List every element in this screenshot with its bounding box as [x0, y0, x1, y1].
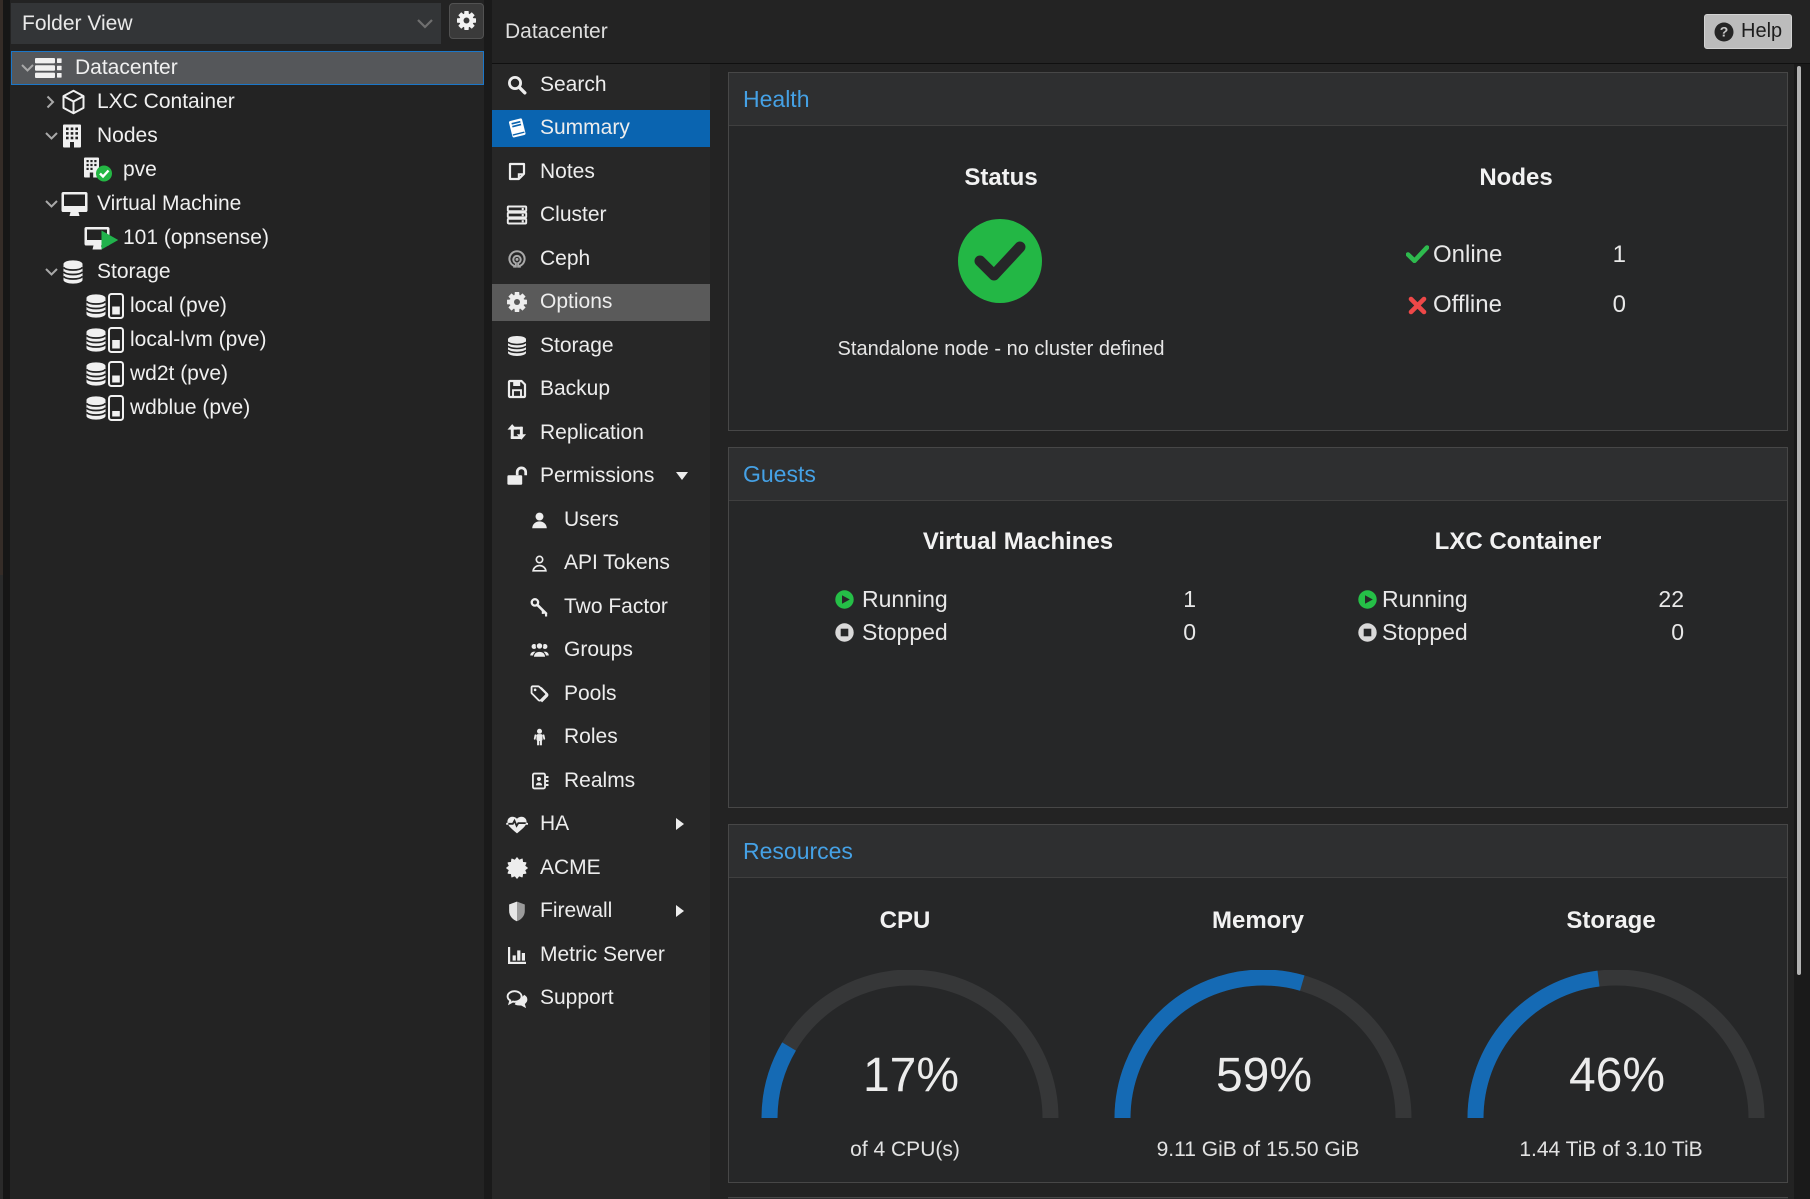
- svg-text:?: ?: [1720, 24, 1729, 40]
